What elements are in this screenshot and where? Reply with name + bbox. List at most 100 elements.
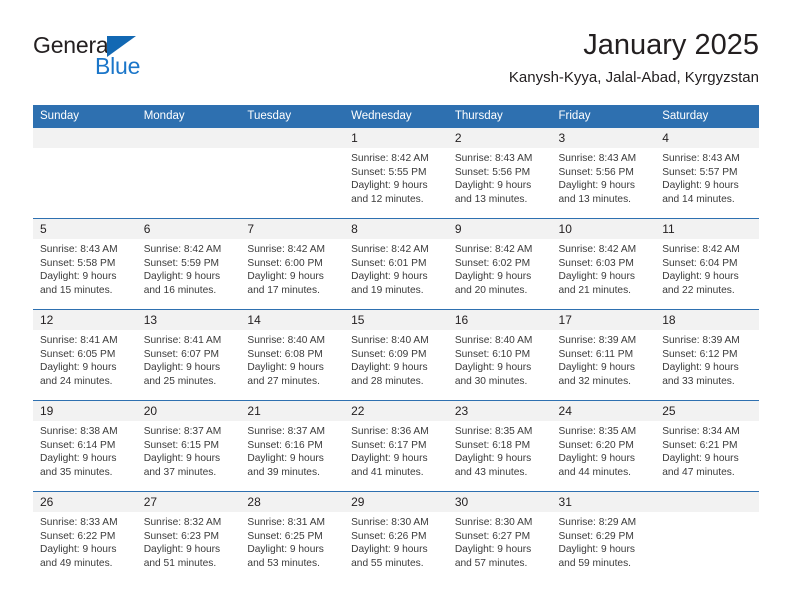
daylight-text-line1: Daylight: 9 hours — [454, 544, 532, 556]
sunrise-text: Sunrise: 8:43 AM — [662, 153, 740, 164]
day-cell[interactable]: 10 Sunrise: 8:42 AM Sunset: 6:03 PM Dayl… — [551, 218, 656, 310]
sunset-text: Sunset: 6:25 PM — [247, 530, 323, 542]
daylight-text-line2: and 44 minutes. — [558, 466, 632, 478]
daylight-text-line2: and 22 minutes. — [662, 284, 735, 296]
daylight-text-line1: Daylight: 9 hours — [143, 362, 221, 374]
day-details: Sunrise: 8:43 AM Sunset: 5:58 PM Dayligh… — [33, 239, 137, 297]
day-details: Sunrise: 8:30 AM Sunset: 6:27 PM Dayligh… — [448, 512, 552, 570]
day-number: 27 — [136, 492, 241, 512]
day-cell[interactable]: 6 Sunrise: 8:42 AM Sunset: 5:59 PM Dayli… — [136, 218, 241, 310]
sunset-text: Sunset: 6:08 PM — [247, 348, 323, 360]
day-cell[interactable]: 2 Sunrise: 8:43 AM Sunset: 5:56 PM Dayli… — [447, 128, 552, 219]
daylight-text-line1: Daylight: 9 hours — [351, 453, 428, 465]
day-cell[interactable] — [655, 491, 759, 582]
daylight-text-line2: and 13 minutes. — [454, 193, 528, 205]
day-cell[interactable]: 13 Sunrise: 8:41 AM Sunset: 6:07 PM Dayl… — [136, 309, 241, 401]
daylight-text-line1: Daylight: 9 hours — [351, 544, 428, 556]
sunset-text: Sunset: 6:18 PM — [454, 439, 531, 451]
daylight-text-line2: and 57 minutes. — [454, 557, 528, 569]
sunset-text: Sunset: 5:59 PM — [143, 257, 220, 269]
day-cell[interactable]: 31 Sunrise: 8:29 AM Sunset: 6:29 PM Dayl… — [551, 491, 656, 582]
calendar-grid: Sunday Monday Tuesday Wednesday Thursday… — [33, 105, 759, 582]
sunset-text: Sunset: 6:04 PM — [662, 257, 738, 269]
day-cell[interactable]: 14 Sunrise: 8:40 AM Sunset: 6:08 PM Dayl… — [240, 309, 345, 401]
day-number: 25 — [655, 401, 759, 421]
weekday-header-monday: Monday — [136, 105, 241, 128]
daylight-text-line1: Daylight: 9 hours — [247, 362, 324, 374]
weekday-header-saturday: Saturday — [655, 105, 759, 128]
sunrise-text: Sunrise: 8:35 AM — [454, 426, 533, 437]
daylight-text-line2: and 43 minutes. — [454, 466, 528, 478]
sunrise-text: Sunrise: 8:42 AM — [351, 153, 429, 164]
day-cell[interactable]: 8 Sunrise: 8:42 AM Sunset: 6:01 PM Dayli… — [344, 218, 448, 310]
sunset-text: Sunset: 5:58 PM — [40, 257, 116, 269]
daylight-text-line2: and 16 minutes. — [143, 284, 217, 296]
sunset-text: Sunset: 6:03 PM — [558, 257, 634, 269]
calendar-week-row: 26 Sunrise: 8:33 AM Sunset: 6:22 PM Dayl… — [33, 491, 759, 582]
sunset-text: Sunset: 6:05 PM — [40, 348, 116, 360]
day-cell[interactable]: 22 Sunrise: 8:36 AM Sunset: 6:17 PM Dayl… — [344, 400, 448, 492]
day-number: 2 — [447, 128, 552, 148]
day-cell[interactable]: 28 Sunrise: 8:31 AM Sunset: 6:25 PM Dayl… — [240, 491, 345, 582]
day-number: 26 — [33, 492, 137, 512]
day-cell[interactable]: 1 Sunrise: 8:42 AM Sunset: 5:55 PM Dayli… — [344, 128, 448, 219]
day-details: Sunrise: 8:39 AM Sunset: 6:11 PM Dayligh… — [552, 330, 656, 388]
day-cell[interactable]: 20 Sunrise: 8:37 AM Sunset: 6:15 PM Dayl… — [136, 400, 241, 492]
day-details: Sunrise: 8:42 AM Sunset: 6:03 PM Dayligh… — [552, 239, 656, 297]
day-cell[interactable]: 18 Sunrise: 8:39 AM Sunset: 6:12 PM Dayl… — [655, 309, 759, 401]
daylight-text-line1: Daylight: 9 hours — [247, 453, 324, 465]
day-details: Sunrise: 8:43 AM Sunset: 5:56 PM Dayligh… — [448, 148, 552, 206]
day-cell[interactable]: 3 Sunrise: 8:43 AM Sunset: 5:56 PM Dayli… — [551, 128, 656, 219]
weekday-header-friday: Friday — [551, 105, 656, 128]
day-cell[interactable]: 26 Sunrise: 8:33 AM Sunset: 6:22 PM Dayl… — [33, 491, 137, 582]
day-number: 5 — [33, 219, 137, 239]
daylight-text-line1: Daylight: 9 hours — [247, 544, 324, 556]
day-cell[interactable]: 23 Sunrise: 8:35 AM Sunset: 6:18 PM Dayl… — [447, 400, 552, 492]
day-cell[interactable]: 4 Sunrise: 8:43 AM Sunset: 5:57 PM Dayli… — [655, 128, 759, 219]
weekday-header-sunday: Sunday — [33, 105, 137, 128]
day-cell[interactable]: 29 Sunrise: 8:30 AM Sunset: 6:26 PM Dayl… — [344, 491, 448, 582]
day-number: 23 — [447, 401, 552, 421]
day-cell[interactable]: 9 Sunrise: 8:42 AM Sunset: 6:02 PM Dayli… — [447, 218, 552, 310]
daylight-text-line2: and 32 minutes. — [558, 375, 632, 387]
day-number: 3 — [551, 128, 656, 148]
day-cell[interactable] — [33, 128, 137, 219]
daylight-text-line1: Daylight: 9 hours — [662, 271, 739, 283]
sunrise-text: Sunrise: 8:39 AM — [662, 335, 740, 346]
daylight-text-line2: and 59 minutes. — [558, 557, 632, 569]
day-cell[interactable]: 15 Sunrise: 8:40 AM Sunset: 6:09 PM Dayl… — [344, 309, 448, 401]
day-number: 1 — [344, 128, 448, 148]
daylight-text-line2: and 55 minutes. — [351, 557, 424, 569]
day-cell[interactable]: 12 Sunrise: 8:41 AM Sunset: 6:05 PM Dayl… — [33, 309, 137, 401]
day-cell[interactable]: 11 Sunrise: 8:42 AM Sunset: 6:04 PM Dayl… — [655, 218, 759, 310]
day-cell[interactable]: 19 Sunrise: 8:38 AM Sunset: 6:14 PM Dayl… — [33, 400, 137, 492]
sunset-text: Sunset: 6:21 PM — [662, 439, 738, 451]
daylight-text-line1: Daylight: 9 hours — [247, 271, 324, 283]
day-details: Sunrise: 8:32 AM Sunset: 6:23 PM Dayligh… — [137, 512, 241, 570]
day-cell[interactable]: 21 Sunrise: 8:37 AM Sunset: 6:16 PM Dayl… — [240, 400, 345, 492]
day-cell[interactable] — [240, 128, 345, 219]
daylight-text-line2: and 37 minutes. — [143, 466, 217, 478]
page-subtitle: Kanysh-Kyya, Jalal-Abad, Kyrgyzstan — [508, 69, 759, 86]
day-cell[interactable]: 16 Sunrise: 8:40 AM Sunset: 6:10 PM Dayl… — [447, 309, 552, 401]
sunset-text: Sunset: 5:56 PM — [454, 166, 531, 178]
daylight-text-line1: Daylight: 9 hours — [351, 271, 428, 283]
day-cell[interactable]: 17 Sunrise: 8:39 AM Sunset: 6:11 PM Dayl… — [551, 309, 656, 401]
sunrise-text: Sunrise: 8:40 AM — [454, 335, 533, 346]
sunset-text: Sunset: 6:26 PM — [351, 530, 427, 542]
day-cell[interactable]: 24 Sunrise: 8:35 AM Sunset: 6:20 PM Dayl… — [551, 400, 656, 492]
day-details: Sunrise: 8:39 AM Sunset: 6:12 PM Dayligh… — [655, 330, 759, 388]
sunrise-text: Sunrise: 8:35 AM — [558, 426, 637, 437]
sunset-text: Sunset: 6:14 PM — [40, 439, 116, 451]
day-cell[interactable]: 27 Sunrise: 8:32 AM Sunset: 6:23 PM Dayl… — [136, 491, 241, 582]
daylight-text-line1: Daylight: 9 hours — [143, 453, 221, 465]
day-cell[interactable]: 5 Sunrise: 8:43 AM Sunset: 5:58 PM Dayli… — [33, 218, 137, 310]
sunset-text: Sunset: 6:00 PM — [247, 257, 323, 269]
calendar-week-row: 1 Sunrise: 8:42 AM Sunset: 5:55 PM Dayli… — [33, 128, 759, 219]
day-cell[interactable] — [136, 128, 241, 219]
day-cell[interactable]: 25 Sunrise: 8:34 AM Sunset: 6:21 PM Dayl… — [655, 400, 759, 492]
sunset-text: Sunset: 6:10 PM — [454, 348, 531, 360]
day-cell[interactable]: 7 Sunrise: 8:42 AM Sunset: 6:00 PM Dayli… — [240, 218, 345, 310]
title-block: January 2025 Kanysh-Kyya, Jalal-Abad, Ky… — [509, 28, 759, 88]
day-cell[interactable]: 30 Sunrise: 8:30 AM Sunset: 6:27 PM Dayl… — [447, 491, 552, 582]
